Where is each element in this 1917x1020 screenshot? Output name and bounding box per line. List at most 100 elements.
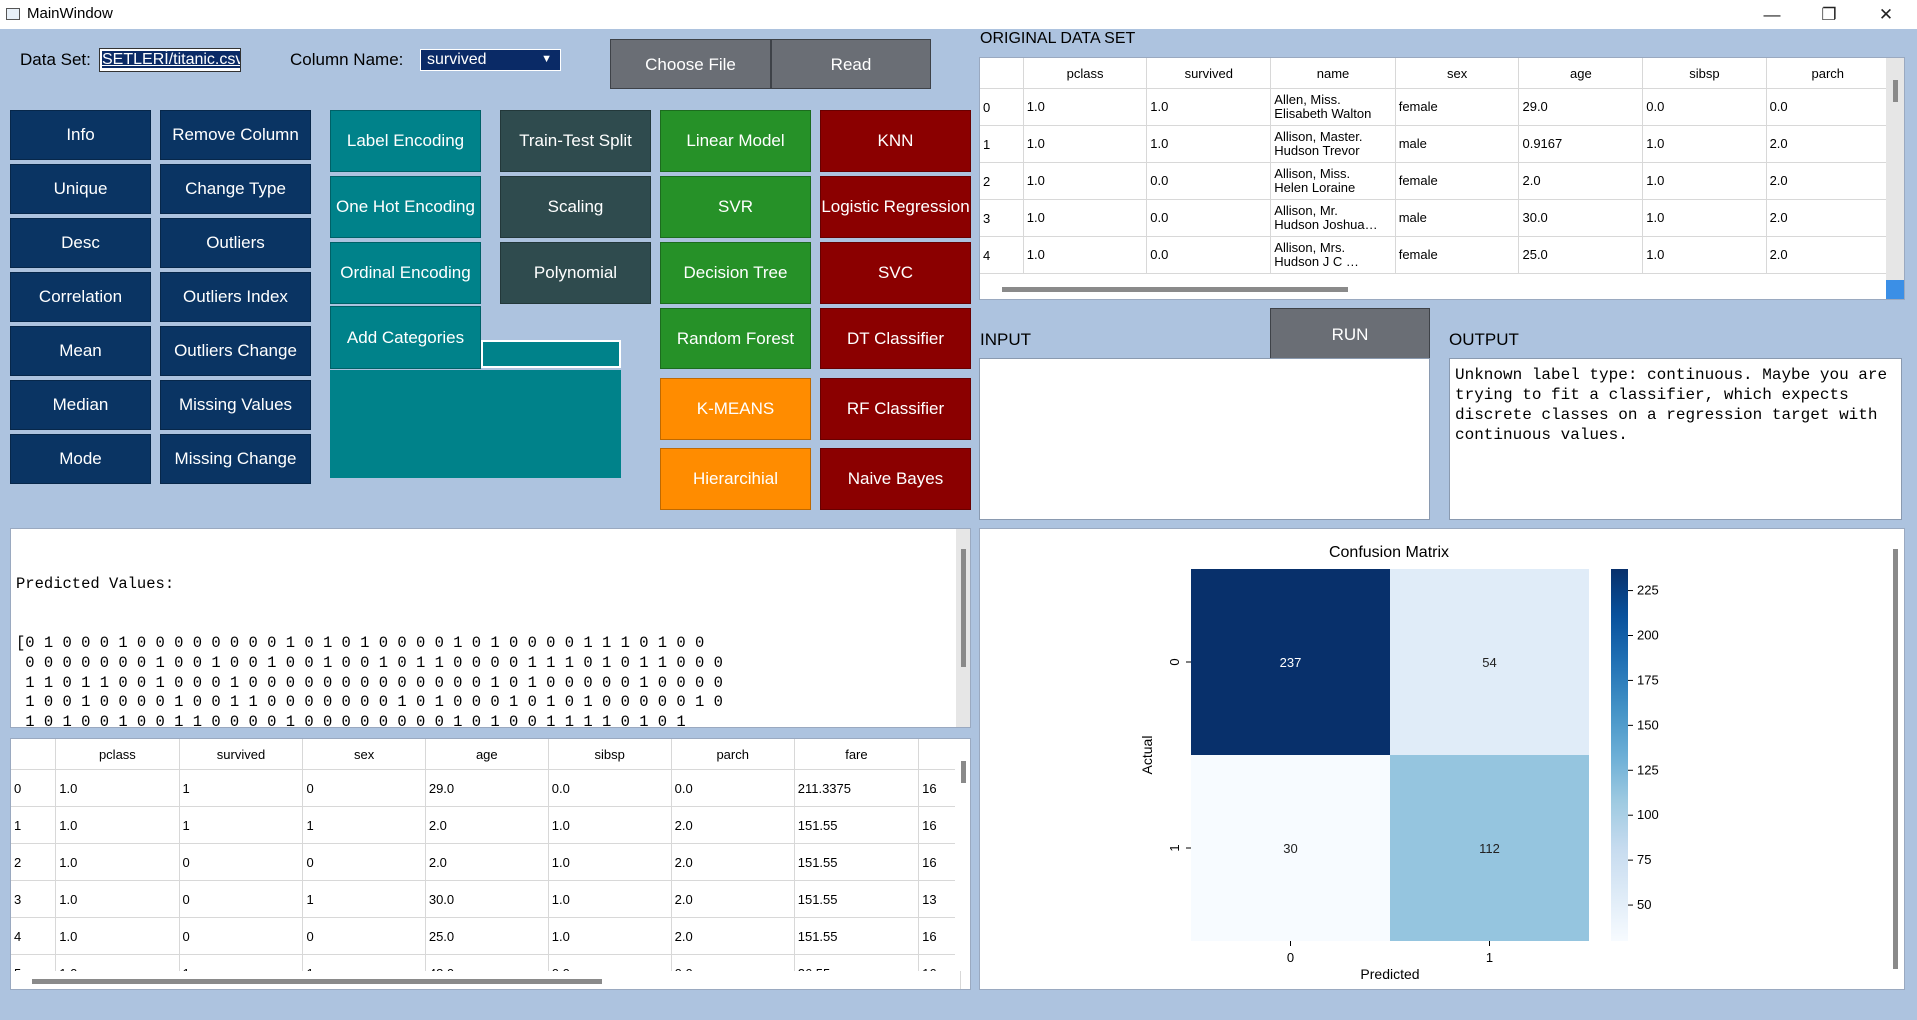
table-cell[interactable]: 2.0	[1518, 162, 1644, 200]
table-cell[interactable]: 1.0	[548, 880, 672, 918]
run-button[interactable]: RUN	[1270, 308, 1430, 360]
original-table-vscroll[interactable]	[1886, 58, 1904, 280]
naive-bayes-button[interactable]: Naive Bayes	[820, 448, 971, 510]
table-cell[interactable]: 1.0	[548, 843, 672, 881]
output-text-area[interactable]: Unknown label type: continuous. Maybe yo…	[1449, 358, 1902, 520]
table-cell[interactable]: 0.0	[548, 769, 672, 807]
processed-col-header[interactable]: pclass	[55, 739, 180, 770]
train-test-split-button[interactable]: Train-Test Split	[500, 110, 651, 172]
outliers-change-button[interactable]: Outliers Change	[160, 326, 311, 376]
original-col-header[interactable]: survived	[1146, 58, 1272, 89]
table-cell[interactable]: 1.0	[1642, 162, 1767, 200]
table-cell[interactable]: 1.0	[548, 806, 672, 844]
ordinal-encoding-button[interactable]: Ordinal Encoding	[330, 242, 481, 304]
processed-col-header[interactable]: sibsp	[548, 739, 672, 770]
table-cell[interactable]: 0.0	[1146, 162, 1272, 200]
predicted-vscroll-thumb[interactable]	[961, 549, 966, 667]
table-cell[interactable]: 1	[179, 769, 304, 807]
table-cell[interactable]: 1.0	[1023, 199, 1148, 237]
table-cell[interactable]: 1.0	[548, 917, 672, 955]
minimize-button[interactable]: —	[1748, 0, 1796, 29]
table-cell[interactable]: 25.0	[1518, 236, 1644, 274]
scaling-button[interactable]: Scaling	[500, 176, 651, 238]
processed-col-header[interactable]: age	[425, 739, 549, 770]
original-table-hscroll[interactable]	[980, 280, 1886, 299]
processed-table-hscroll-thumb[interactable]	[32, 979, 602, 984]
table-cell[interactable]: 151.55	[794, 880, 920, 918]
table-cell[interactable]: 2.0	[1766, 236, 1891, 274]
table-cell[interactable]: 29.0	[1518, 88, 1644, 126]
table-row[interactable]: 2 1.0 0 0 2.0 1.0 2.0 151.55 16	[11, 843, 961, 881]
original-col-header[interactable]: pclass	[1023, 58, 1148, 89]
mode-button[interactable]: Mode	[10, 434, 151, 484]
table-cell[interactable]: 1.0	[1642, 125, 1767, 163]
predicted-vscroll[interactable]	[956, 529, 970, 727]
table-cell[interactable]: 1.0	[1146, 88, 1272, 126]
processed-table-vscroll[interactable]	[955, 739, 970, 971]
remove-column-button[interactable]: Remove Column	[160, 110, 311, 160]
maximize-button[interactable]: ❐	[1805, 0, 1853, 29]
table-cell[interactable]: 151.55	[794, 843, 920, 881]
table-cell[interactable]: 1.0	[55, 769, 180, 807]
table-cell[interactable]: 2.0	[671, 880, 795, 918]
table-cell[interactable]: Allison, Master. Hudson Trevor	[1270, 125, 1396, 163]
table-cell[interactable]: 1.0	[55, 917, 180, 955]
table-cell[interactable]: Allison, Miss. Helen Loraine	[1270, 162, 1396, 200]
table-cell[interactable]: 0	[179, 917, 304, 955]
knn-button[interactable]: KNN	[820, 110, 971, 172]
table-cell[interactable]: 1	[302, 880, 426, 918]
table-cell[interactable]: 2.0	[671, 917, 795, 955]
input-text-area[interactable]	[979, 358, 1430, 520]
table-cell[interactable]: 1	[302, 806, 426, 844]
table-cell[interactable]: 1.0	[1642, 199, 1767, 237]
table-cell[interactable]: 2.0	[1766, 162, 1891, 200]
processed-col-header[interactable]: survived	[179, 739, 304, 770]
categories-text-area[interactable]	[330, 370, 621, 478]
table-cell[interactable]: 2.0	[425, 806, 549, 844]
label-encoding-button[interactable]: Label Encoding	[330, 110, 481, 172]
processed-col-header[interactable]: parch	[671, 739, 795, 770]
mean-button[interactable]: Mean	[10, 326, 151, 376]
read-button[interactable]: Read	[771, 39, 931, 89]
info-button[interactable]: Info	[10, 110, 151, 160]
logistic-regression-button[interactable]: Logistic Regression	[820, 176, 971, 238]
table-cell[interactable]: 0.0	[1642, 88, 1767, 126]
table-cell[interactable]: 2.0	[425, 843, 549, 881]
column-name-dropdown[interactable]: survived ▼	[420, 49, 561, 71]
dataset-path-field[interactable]: SETLERİ/titanic.csv	[99, 48, 241, 72]
table-row[interactable]: 3 1.0 0.0 Allison, Mr. Hudson Joshua… male 30…	[980, 199, 1891, 237]
one-hot-encoding-button[interactable]: One Hot Encoding	[330, 176, 481, 238]
table-cell[interactable]: female	[1395, 88, 1520, 126]
table-cell[interactable]: male	[1395, 199, 1520, 237]
table-cell[interactable]: 1.0	[1023, 236, 1148, 274]
table-cell[interactable]: 2.0	[671, 806, 795, 844]
add-categories-button[interactable]: Add Categories	[330, 306, 481, 369]
table-row[interactable]: 1 1.0 1 1 2.0 1.0 2.0 151.55 16	[11, 806, 961, 844]
table-cell[interactable]: 2.0	[1766, 125, 1891, 163]
rf-classifier-button[interactable]: RF Classifier	[820, 378, 971, 440]
table-cell[interactable]: 30.0	[425, 880, 549, 918]
table-cell[interactable]: 1	[179, 806, 304, 844]
svc-button[interactable]: SVC	[820, 242, 971, 304]
table-cell[interactable]: 151.55	[794, 806, 920, 844]
table-cell[interactable]: 1.0	[1023, 125, 1148, 163]
svr-button[interactable]: SVR	[660, 176, 811, 238]
processed-table-vscroll-thumb[interactable]	[961, 761, 966, 783]
table-row[interactable]: 0 1.0 1.0 Allen, Miss. Elisabeth Walton fema…	[980, 88, 1891, 126]
table-cell[interactable]: 1.0	[1146, 125, 1272, 163]
predicted-values-panel[interactable]: Predicted Values: [0 1 0 0 0 1 0 0 0 0 0…	[10, 528, 971, 728]
median-button[interactable]: Median	[10, 380, 151, 430]
table-cell[interactable]: 1.0	[55, 843, 180, 881]
table-cell[interactable]: 1.0	[1023, 162, 1148, 200]
original-col-header[interactable]: sex	[1395, 58, 1520, 89]
add-categories-input[interactable]	[481, 340, 621, 368]
linear-model-button[interactable]: Linear Model	[660, 110, 811, 172]
missing-change-button[interactable]: Missing Change	[160, 434, 311, 484]
hierarcihial-button[interactable]: Hierarcihial	[660, 448, 811, 510]
table-cell[interactable]: 0.0	[1146, 236, 1272, 274]
table-cell[interactable]: male	[1395, 125, 1520, 163]
table-cell[interactable]: 0	[302, 769, 426, 807]
table-cell[interactable]: 25.0	[425, 917, 549, 955]
table-cell[interactable]: 1.0	[55, 880, 180, 918]
table-cell[interactable]: Allen, Miss. Elisabeth Walton	[1270, 88, 1396, 126]
